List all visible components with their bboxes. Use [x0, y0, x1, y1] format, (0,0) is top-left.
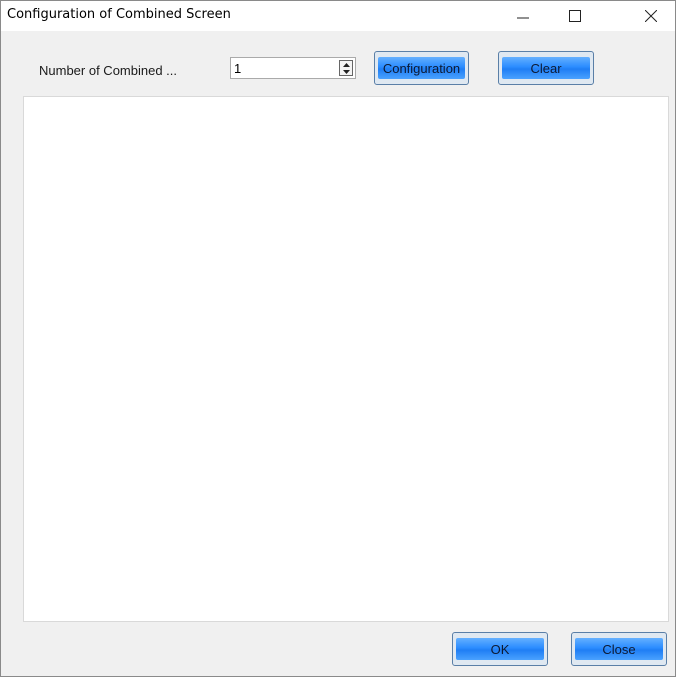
arrow-up-icon	[342, 62, 350, 67]
clear-button[interactable]: Clear	[498, 51, 594, 85]
spin-down-button[interactable]	[340, 68, 352, 75]
spin-up-button[interactable]	[340, 61, 352, 68]
maximize-button[interactable]	[553, 1, 597, 31]
close-window-button[interactable]	[629, 1, 673, 31]
number-of-combined-label: Number of Combined ...	[39, 63, 178, 78]
ok-button[interactable]: OK	[452, 632, 548, 666]
number-of-combined-input[interactable]	[232, 59, 338, 77]
close-icon	[645, 10, 657, 22]
close-button[interactable]: Close	[571, 632, 667, 666]
close-button-label: Close	[575, 638, 663, 660]
maximize-icon	[569, 10, 581, 22]
arrow-down-icon	[342, 69, 350, 74]
window-title: Configuration of Combined Screen	[7, 7, 231, 22]
clear-button-label: Clear	[502, 57, 590, 79]
configuration-button[interactable]: Configuration	[374, 51, 469, 85]
number-of-combined-spinbox[interactable]	[230, 57, 356, 79]
minimize-icon	[517, 17, 529, 19]
combined-screen-canvas[interactable]	[23, 96, 669, 622]
ok-button-label: OK	[456, 638, 544, 660]
configuration-button-label: Configuration	[378, 57, 465, 79]
spin-buttons[interactable]	[339, 60, 353, 76]
minimize-button[interactable]	[501, 1, 545, 31]
dialog-window: Configuration of Combined Screen Number …	[0, 0, 676, 677]
title-bar[interactable]: Configuration of Combined Screen	[1, 1, 675, 31]
